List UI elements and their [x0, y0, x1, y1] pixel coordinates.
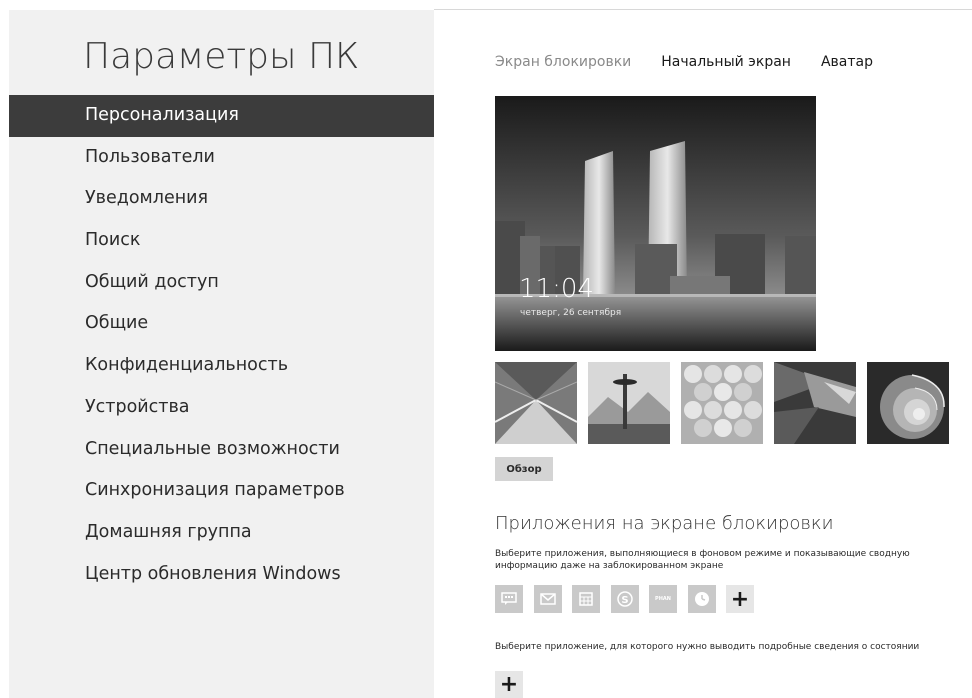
phan-icon[interactable]: PHAN	[649, 585, 677, 613]
lock-apps-description: Выберите приложения, выполняющиеся в фон…	[495, 549, 910, 571]
sidebar-item-search[interactable]: Поиск	[9, 220, 434, 262]
background-thumbnails	[495, 362, 960, 444]
calendar-icon[interactable]	[572, 585, 600, 613]
lock-screen-date: четверг, 26 сентября	[520, 308, 622, 318]
tab-lock-screen[interactable]: Экран блокировки	[495, 54, 631, 70]
sidebar-item-sync[interactable]: Синхронизация параметров	[9, 470, 434, 512]
thumbnail-hexagons[interactable]	[681, 362, 763, 444]
sidebar-item-privacy[interactable]: Конфиденциальность	[9, 345, 434, 387]
alarm-icon[interactable]	[687, 585, 716, 613]
sidebar-item-sharing[interactable]: Общий доступ	[9, 262, 434, 304]
space-needle-image	[588, 362, 670, 444]
tunnel-image	[495, 362, 577, 444]
thumbnail-space-needle[interactable]	[588, 362, 670, 444]
lock-apps-title: Приложения на экране блокировки	[495, 513, 834, 534]
hexagon-image	[681, 362, 763, 444]
skype-icon[interactable]: S	[610, 585, 639, 613]
lock-apps-icons: S PHAN +	[495, 585, 765, 613]
thumbnail-geometric[interactable]	[774, 362, 856, 444]
sidebar-item-accessibility[interactable]: Специальные возможности	[9, 429, 434, 471]
sidebar-item-personalization[interactable]: Персонализация	[9, 95, 434, 137]
top-divider	[434, 9, 972, 10]
tab-start-screen[interactable]: Начальный экран	[661, 54, 791, 70]
tab-bar: Экран блокировки Начальный экран Аватар	[495, 54, 903, 70]
nautilus-shell-image	[867, 362, 949, 444]
sidebar-item-windows-update[interactable]: Центр обновления Windows	[9, 554, 434, 596]
messaging-icon[interactable]	[495, 585, 523, 613]
tab-avatar[interactable]: Аватар	[821, 54, 873, 70]
sidebar-item-devices[interactable]: Устройства	[9, 387, 434, 429]
sidebar-item-notifications[interactable]: Уведомления	[9, 178, 434, 220]
sidebar-item-general[interactable]: Общие	[9, 303, 434, 345]
lock-screen-preview: 11:04 четверг, 26 сентября	[495, 96, 816, 351]
detail-status-description: Выберите приложение, для которого нужно …	[495, 642, 920, 652]
lock-screen-time: 11:04	[519, 274, 594, 304]
svg-text:S: S	[621, 595, 628, 606]
sidebar-nav: Персонализация Пользователи Уведомления …	[9, 95, 434, 595]
page-title: Параметры ПК	[83, 36, 360, 77]
mail-icon[interactable]	[533, 585, 562, 613]
sidebar-item-homegroup[interactable]: Домашняя группа	[9, 512, 434, 554]
add-detail-status-app-button[interactable]: +	[495, 671, 523, 698]
sidebar-item-users[interactable]: Пользователи	[9, 137, 434, 179]
browse-button[interactable]: Обзор	[495, 457, 553, 481]
geometric-image	[774, 362, 856, 444]
thumbnail-nautilus[interactable]	[867, 362, 949, 444]
left-panel: Параметры ПК Персонализация Пользователи…	[9, 10, 434, 698]
thumbnail-tunnel[interactable]	[495, 362, 577, 444]
add-lock-app-button[interactable]: +	[726, 585, 754, 613]
